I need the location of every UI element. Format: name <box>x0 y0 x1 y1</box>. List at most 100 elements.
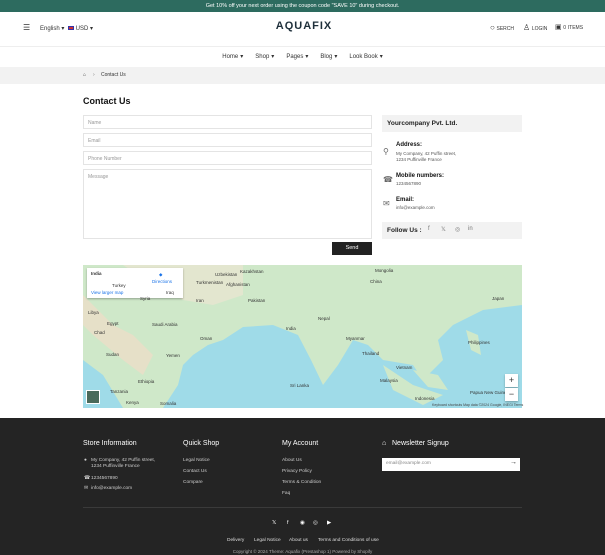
user-icon: ♙ <box>523 23 531 32</box>
site-logo[interactable]: AQUAFIX <box>254 20 354 32</box>
facebook-icon[interactable]: f <box>428 226 430 232</box>
mail-icon: ✉ <box>84 486 89 491</box>
zoom-out-button[interactable]: − <box>505 388 518 401</box>
footer-link-privacy[interactable]: Privacy Policy <box>282 469 312 474</box>
store-email[interactable]: info@example.com <box>91 486 132 491</box>
quick-shop-heading: Quick Shop <box>183 440 220 447</box>
newsletter-heading: Newsletter Signup <box>392 440 449 447</box>
map-label: Indonesia <box>415 396 435 401</box>
map-label: Vietnam <box>396 365 413 370</box>
map-label: Papua New Guinea <box>470 390 510 395</box>
map-label: Ethiopia <box>138 379 155 384</box>
nav-look-book[interactable]: Look Book ▾ <box>349 47 382 66</box>
announcement-bar: Get 10% off your next order using the co… <box>0 0 605 12</box>
linkedin-icon[interactable]: in <box>468 226 473 232</box>
map-label: Japan <box>492 296 505 301</box>
nav-shop[interactable]: Shop ▾ <box>255 47 274 66</box>
email-field[interactable]: Email <box>83 133 372 147</box>
page-title: Contact Us <box>83 96 131 106</box>
footer-link-about-us[interactable]: About Us <box>282 458 302 463</box>
home-icon[interactable]: ⌂ <box>83 67 86 84</box>
my-account-heading: My Account <box>282 440 319 447</box>
footer-link-legal-notice[interactable]: Legal Notice <box>183 458 210 463</box>
message-field[interactable]: Message <box>83 169 372 239</box>
arrow-right-icon[interactable]: → <box>510 459 517 466</box>
phone-icon: ☎ <box>84 476 90 481</box>
nav-home[interactable]: Home ▾ <box>222 47 243 66</box>
mobile-label: Mobile numbers: <box>396 173 445 179</box>
map-label: Oman <box>200 336 213 341</box>
chevron-down-icon: ▾ <box>240 53 244 60</box>
footer-link-contact-us[interactable]: Contact Us <box>183 469 207 474</box>
follow-us-label: Follow Us : <box>382 222 522 239</box>
search-icon: ○ <box>490 23 495 32</box>
map-label: Egypt <box>107 321 119 326</box>
map-label: Somalia <box>160 401 177 406</box>
footer-link-terms[interactable]: Terms & Condition <box>282 480 321 485</box>
store-address-line2: 1234 Puffinville France <box>91 464 140 469</box>
x-icon[interactable]: 𝕏 <box>441 226 446 233</box>
breadcrumb-current: Contact Us <box>101 72 126 78</box>
map-label: Turkmenistan <box>196 280 224 285</box>
footer-divider <box>83 507 522 508</box>
nav-pages[interactable]: Pages ▾ <box>286 47 308 66</box>
map-label: Saudi Arabia <box>152 322 178 327</box>
newsletter-email-input[interactable]: email@example.com <box>382 458 520 471</box>
map-label: Sudan <box>106 352 120 357</box>
pinterest-icon[interactable]: ◎ <box>455 226 460 233</box>
directions-icon[interactable]: ◆ <box>159 272 162 278</box>
map-label: Syria <box>140 296 151 301</box>
send-button[interactable]: Send <box>332 242 372 255</box>
search-button[interactable]: ○ SERCH <box>490 24 514 33</box>
map-label: Philippines <box>468 340 490 345</box>
zoom-in-button[interactable]: + <box>505 374 518 387</box>
instagram-icon[interactable]: ◎ <box>313 520 318 526</box>
mobile-value: 1234567890 <box>396 181 422 186</box>
chevron-right-icon: › <box>93 72 95 78</box>
menu-icon[interactable]: ☰ <box>23 24 30 32</box>
map-label: Mongolia <box>375 268 394 273</box>
directions-link[interactable]: Directions <box>152 279 172 284</box>
pinterest-icon[interactable]: ◉ <box>300 520 305 526</box>
login-button[interactable]: ♙ LOGIN <box>523 24 547 33</box>
currency-select[interactable]: USD ▾ <box>68 25 93 33</box>
map-place: India <box>91 271 102 276</box>
store-info-heading: Store Information <box>83 440 137 447</box>
company-heading: Yourcompany Pvt. Ltd. <box>382 115 522 132</box>
chevron-down-icon: ▾ <box>271 53 275 60</box>
mail-icon: ✉ <box>383 199 390 208</box>
larger-map-link[interactable]: View larger map <box>91 290 123 295</box>
map-label: Yemen <box>166 353 180 358</box>
map-label: India <box>286 326 296 331</box>
chevron-down-icon: ▾ <box>305 53 309 60</box>
map-label: Chad <box>94 330 105 335</box>
bottom-link-legal[interactable]: Legal Notice <box>254 538 281 543</box>
name-field[interactable]: Name <box>83 115 372 129</box>
youtube-icon[interactable]: ▶ <box>327 520 331 526</box>
flag-icon <box>68 26 74 30</box>
map-attribution: Keyboard shortcuts Map data ©2024 Google… <box>432 403 524 407</box>
footer-link-compare[interactable]: Compare <box>183 480 203 485</box>
phone-field[interactable]: Phone Number <box>83 151 372 165</box>
x-icon[interactable]: 𝕏 <box>272 520 276 526</box>
map-label: Myanmar <box>346 336 365 341</box>
cart-button[interactable]: ▣ 0 ITEMS <box>555 24 583 32</box>
location-icon: ⚲ <box>383 147 389 156</box>
map-label: Nepal <box>318 316 330 321</box>
facebook-icon[interactable]: f <box>287 520 289 526</box>
newsletter-icon: ⌂ <box>382 440 387 447</box>
chevron-down-icon: ▾ <box>379 53 383 60</box>
bottom-link-about[interactable]: About us <box>289 538 308 543</box>
footer-link-faq[interactable]: Faq <box>282 491 290 496</box>
email-value[interactable]: info@example.com <box>396 205 435 211</box>
breadcrumb: ⌂ › Contact Us <box>0 67 605 84</box>
nav-blog[interactable]: Blog ▾ <box>320 47 337 66</box>
address-line2: 1234 Puffinville France <box>396 157 442 162</box>
bottom-link-delivery[interactable]: Delivery <box>227 538 244 543</box>
map-label: Malaysia <box>380 378 398 383</box>
map-layer-thumbnail[interactable] <box>86 390 100 404</box>
bottom-link-terms[interactable]: Terms and Conditions of use <box>318 538 379 543</box>
copyright: Copyright © 2024 Theme: Aquafix (Prestas… <box>232 549 373 554</box>
map-label: Kazakhstan <box>240 269 264 274</box>
language-select[interactable]: English ▾ <box>40 25 64 33</box>
